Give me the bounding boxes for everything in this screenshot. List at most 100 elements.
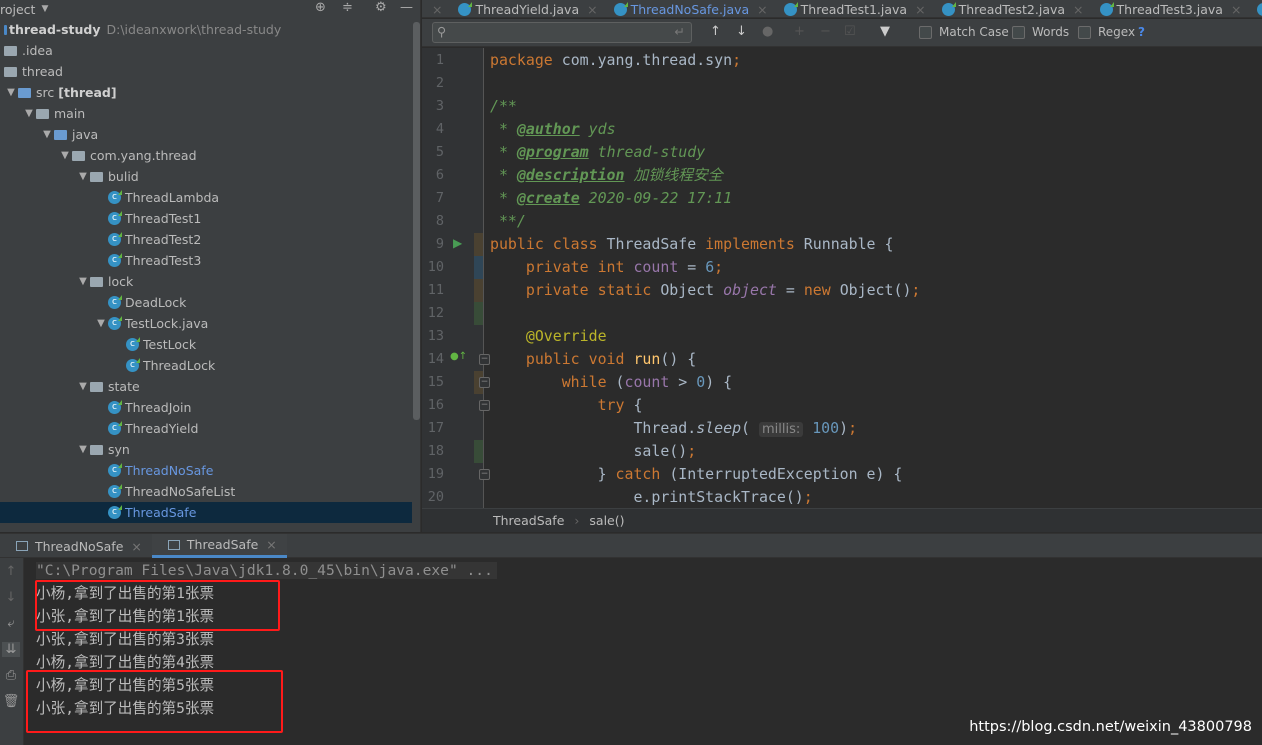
close-icon[interactable]: × [266,537,276,552]
chevron-down-icon[interactable]: ▼ [76,171,90,182]
tree-item[interactable]: ▼ c TestLock.java [0,313,412,334]
search-input[interactable]: ⚲ ↵ [432,22,692,43]
select-all-icon[interactable]: ☑ [844,24,856,39]
project-scrollbar[interactable] [413,22,420,420]
class-icon [1099,1,1114,16]
editor-tab[interactable]: ThreadTest3.java × [1090,0,1248,17]
editor-tab[interactable]: ThreadI [1247,0,1262,17]
hide-icon[interactable]: — [400,0,413,15]
class-icon: c [108,505,122,519]
tree-item[interactable]: c ThreadLambda [0,187,412,208]
add-occurrence-icon[interactable]: + [794,24,805,39]
tree-item[interactable]: c ThreadLock [0,355,412,376]
trash-icon[interactable]: 🗑 [2,694,20,709]
fold-icon[interactable]: − [479,400,490,411]
code-token: sale() [490,442,688,460]
filter-icon[interactable]: ▼ [880,24,890,39]
code-token: 0 [696,373,706,391]
arrow-down-icon[interactable]: ↓ [2,590,20,605]
tree-item[interactable]: thread-study D:\ideanxwork\thread-study [0,19,412,40]
soft-wrap-icon[interactable]: ⤶ [2,616,20,631]
tree-item[interactable]: c ThreadNoSafeList [0,481,412,502]
arrow-up-icon[interactable]: ↑ [710,24,721,39]
tree-item[interactable]: c TestLock [0,334,412,355]
close-icon[interactable]: × [757,2,767,17]
tree-item[interactable]: c ThreadSafe [0,502,412,523]
close-icon[interactable]: × [587,2,597,17]
class-icon [941,1,956,16]
chevron-down-icon[interactable]: ▼ [4,87,18,98]
locate-icon[interactable]: ⊕ [315,0,326,15]
remove-occurrence-icon[interactable]: − [820,24,831,39]
breadcrumb-class[interactable]: ThreadSafe [493,513,564,528]
chevron-down-icon[interactable]: ▼ [76,444,90,455]
run-tab[interactable]: ThreadSafe × [151,534,287,558]
tab-close-prev[interactable]: × [422,0,448,17]
tree-item[interactable]: c ThreadYield [0,418,412,439]
chevron-down-icon[interactable]: ▼ [94,318,108,329]
close-icon[interactable]: × [131,539,141,554]
tree-item[interactable]: c ThreadNoSafe [0,460,412,481]
vcs-change-marker[interactable] [474,256,483,279]
close-icon[interactable]: × [432,2,442,17]
code-token: while [490,373,616,391]
tree-item[interactable]: thread [0,61,412,82]
words-checkbox[interactable]: Words [1012,25,1069,39]
tree-item[interactable]: c ThreadTest1 [0,208,412,229]
editor-tab[interactable]: ThreadNoSafe.java × [604,0,774,17]
run-tab[interactable]: ThreadNoSafe × [0,534,152,558]
editor-tab[interactable]: ThreadTest1.java × [774,0,932,17]
close-icon[interactable]: × [915,2,925,17]
print-icon[interactable]: ⎙ [2,668,20,683]
tree-item[interactable]: c ThreadTest3 [0,250,412,271]
vcs-change-marker[interactable] [474,279,483,302]
scroll-to-end-icon[interactable]: ⇊ [2,642,20,657]
editor-tab[interactable]: ThreadYield.java × [448,0,603,17]
fold-icon[interactable]: − [479,377,490,388]
find-all-icon[interactable]: ● [762,24,773,39]
tree-item[interactable]: ▼ lock [0,271,412,292]
tree-item[interactable]: ▼ syn [0,439,412,460]
fold-icon[interactable]: − [479,469,490,480]
editor-tab[interactable]: ThreadTest2.java × [932,0,1090,17]
vcs-change-marker[interactable] [474,233,483,256]
breadcrumb-method[interactable]: sale() [589,513,624,528]
match-case-checkbox[interactable]: Match Case [919,25,1009,39]
arrow-down-icon[interactable]: ↓ [736,24,747,39]
chevron-down-icon[interactable]: ▼ [22,108,36,119]
chevron-down-icon[interactable]: ▼ [40,129,54,140]
highlight-box [35,580,280,631]
tree-item[interactable]: ▼ state [0,376,412,397]
close-icon[interactable]: × [1073,2,1083,17]
tree-item[interactable]: ▼ bulid [0,166,412,187]
run-icon[interactable]: ▶ [453,236,462,250]
search-icon[interactable]: ⚲ [437,24,446,39]
tree-item[interactable]: .idea [0,40,412,61]
arrow-up-icon[interactable]: ↑ [2,564,20,579]
fold-icon[interactable]: − [479,354,490,365]
regex-help-link[interactable]: ? [1138,25,1145,39]
close-icon[interactable]: × [1231,2,1241,17]
gear-icon[interactable]: ⚙ [375,0,387,15]
chevron-down-icon[interactable]: ▼ [41,4,48,14]
tree-item[interactable]: c DeadLock [0,292,412,313]
regex-checkbox[interactable]: Regex [1078,25,1135,39]
code-line: * @program thread-study [490,141,705,164]
chevron-down-icon[interactable]: ▼ [76,276,90,287]
vcs-change-marker[interactable] [474,302,483,325]
tree-item[interactable]: ▼ java [0,124,412,145]
chevron-down-icon[interactable]: ▼ [76,381,90,392]
tree-item[interactable]: ▼ main [0,103,412,124]
implements-method-icon[interactable]: ●↑ [450,351,467,362]
project-view-selector[interactable]: roject [0,2,35,17]
code-editor[interactable]: 1 2 3 4 5 6 7 8 9 ▶ 10 11 12 13 14 ●↑ −15−16−17 18 19−20 p… [422,48,1262,508]
chevron-down-icon[interactable]: ▼ [58,150,72,161]
tree-item[interactable]: ▼ src [thread] [0,82,412,103]
tree-item[interactable]: c ThreadJoin [0,397,412,418]
tree-item[interactable]: c ThreadTest2 [0,229,412,250]
vcs-change-marker[interactable] [474,440,483,463]
collapse-icon[interactable]: ≑ [342,0,353,15]
console-output[interactable]: "C:\Program Files\Java\jdk1.8.0_45\bin\j… [25,558,1262,745]
tree-item-label: ThreadTest2 [125,232,202,247]
tree-item[interactable]: ▼ com.yang.thread [0,145,412,166]
